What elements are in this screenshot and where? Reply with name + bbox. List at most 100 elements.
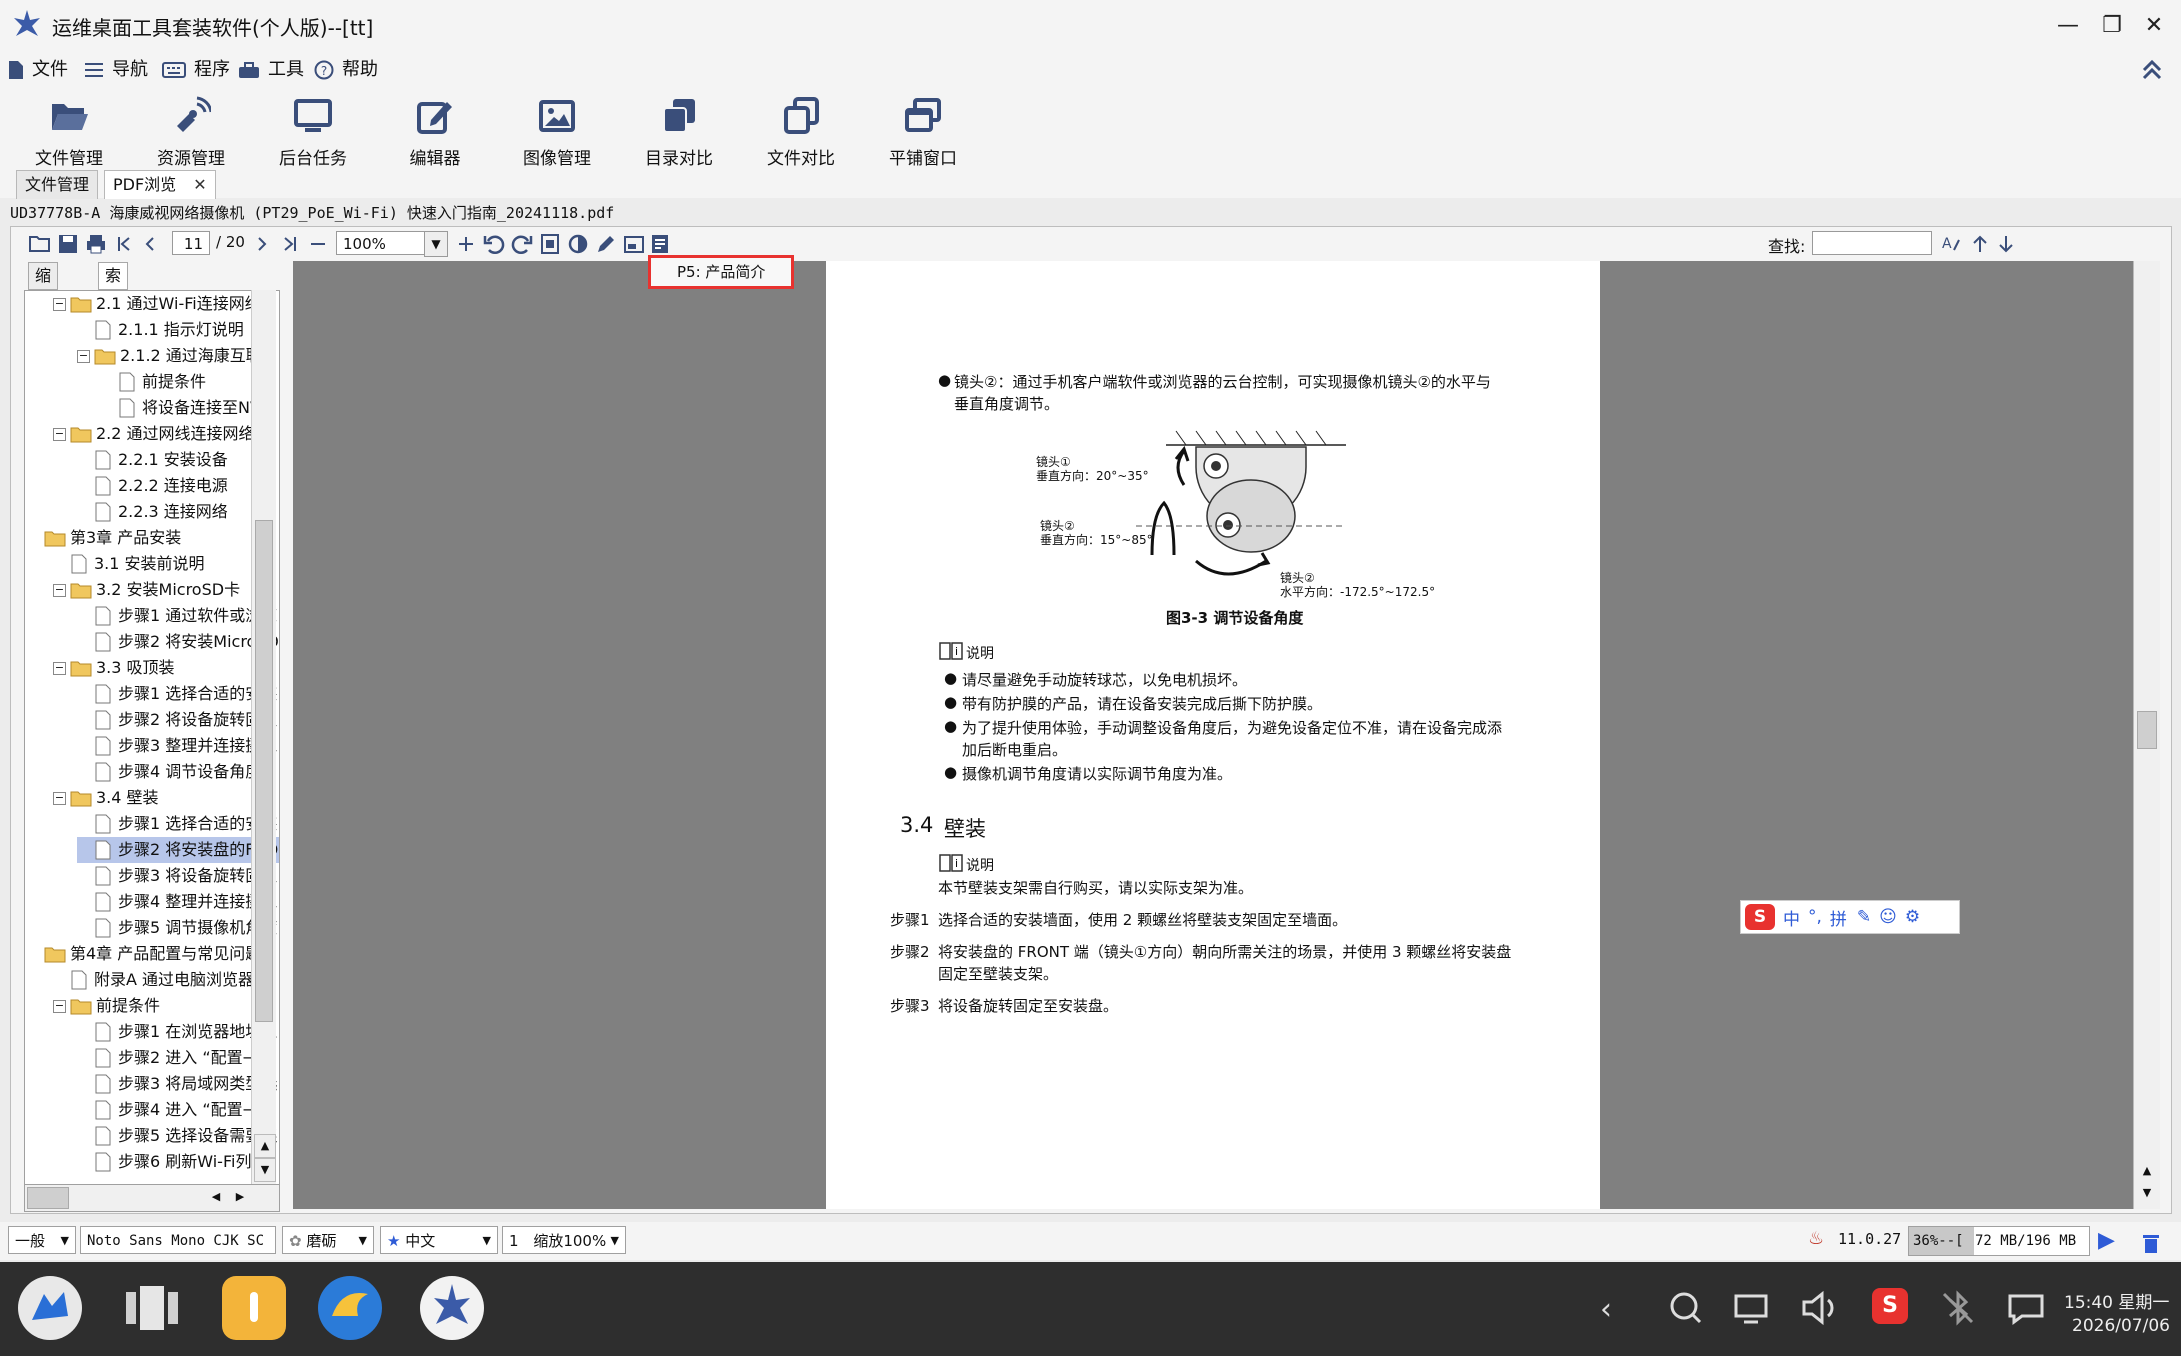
trash-icon[interactable] bbox=[2140, 1230, 2162, 1254]
restore-button[interactable]: ❐ bbox=[2092, 10, 2132, 42]
first-page-icon[interactable] bbox=[112, 232, 136, 256]
zoom-out-icon[interactable] bbox=[306, 232, 330, 256]
ime-pinyin[interactable]: 拼 bbox=[1830, 905, 1847, 930]
ime-punctuation[interactable]: °, bbox=[1808, 907, 1822, 927]
tree-item[interactable]: 步骤2 将安装盘的FRO bbox=[77, 837, 279, 863]
sogou-tray-icon[interactable]: S bbox=[1872, 1288, 1908, 1324]
tree-item[interactable]: − 3.3 吸顶装 bbox=[53, 655, 279, 681]
language-select[interactable]: ★ 中文 ▼ bbox=[380, 1226, 498, 1254]
tree-item[interactable]: 步骤4 整理并连接摄像 bbox=[77, 889, 279, 915]
theme-select[interactable]: ✿ 磨砺 ▼ bbox=[282, 1226, 374, 1254]
tree-item[interactable]: 步骤4 调节设备角度。 bbox=[77, 759, 279, 785]
editor-button[interactable]: 编辑器 bbox=[380, 92, 490, 169]
notification-icon[interactable] bbox=[2004, 1286, 2048, 1330]
last-page-icon[interactable] bbox=[278, 232, 302, 256]
menu-help[interactable]: ? 帮助 bbox=[314, 56, 378, 84]
play-icon[interactable]: ▶ bbox=[2098, 1228, 2115, 1253]
directory-compare-button[interactable]: 目录对比 bbox=[624, 92, 734, 169]
tree-item[interactable]: 步骤1 选择合适的安装 bbox=[77, 681, 279, 707]
pdf-vertical-scrollbar[interactable]: ▲ ▼ bbox=[2133, 261, 2160, 1209]
ime-chinese-mode[interactable]: 中 bbox=[1783, 905, 1800, 930]
app-orange-icon[interactable] bbox=[222, 1276, 286, 1340]
match-case-icon[interactable]: A bbox=[1940, 232, 1964, 256]
tree-scroll-right-icon[interactable]: ▶ bbox=[229, 1187, 251, 1207]
menu-navigate[interactable]: 导航 bbox=[84, 56, 148, 84]
tile-window-button[interactable]: 平铺窗口 bbox=[868, 92, 978, 169]
page-number-input[interactable]: 11 bbox=[172, 231, 210, 255]
taskbar-time[interactable]: 15:40 星期一 bbox=[2064, 1288, 2169, 1313]
tree-expander-icon[interactable]: − bbox=[53, 791, 66, 805]
tree-horizontal-scrollbar[interactable]: ◀ ▶ bbox=[24, 1184, 280, 1212]
zoom-status-select[interactable]: 1 缩放100% ▼ bbox=[502, 1226, 626, 1254]
screenshot-icon[interactable] bbox=[622, 232, 646, 256]
screen-cast-icon[interactable] bbox=[1730, 1286, 1774, 1330]
tree-item[interactable]: 3.1 安装前说明 bbox=[53, 551, 279, 577]
search-icon[interactable] bbox=[1664, 1286, 1708, 1330]
menu-tools[interactable]: 工具 bbox=[238, 56, 304, 84]
tree-expander-icon[interactable]: − bbox=[53, 999, 66, 1013]
tree-hscroll-thumb[interactable] bbox=[27, 1187, 69, 1209]
tree-scroll-down-icon[interactable]: ▼ bbox=[254, 1158, 276, 1182]
tab-pdf-viewer[interactable]: PDF浏览 ✕ bbox=[104, 170, 216, 199]
ime-settings-icon[interactable]: ⚙ bbox=[1905, 907, 1920, 927]
tree-item[interactable]: 第4章 产品配置与常见问题 bbox=[29, 941, 279, 967]
tree-item[interactable]: 步骤2 进入 “配置→网 bbox=[77, 1045, 279, 1071]
zoom-select[interactable]: 100% bbox=[336, 231, 426, 255]
zoom-dropdown-icon[interactable]: ▼ bbox=[424, 231, 448, 257]
tree-item[interactable]: 步骤1 选择合适的安装 bbox=[77, 811, 279, 837]
tree-expander-icon[interactable]: − bbox=[53, 661, 66, 675]
tree-item[interactable]: − 3.4 壁装 bbox=[53, 785, 279, 811]
tree-item[interactable]: 步骤1 在浏览器地址栏 bbox=[77, 1019, 279, 1045]
bookmark-list-icon[interactable] bbox=[648, 232, 672, 256]
file-manager-button[interactable]: 文件管理 bbox=[14, 92, 124, 169]
next-page-icon[interactable] bbox=[250, 232, 274, 256]
tree-scroll-left-icon[interactable]: ◀ bbox=[205, 1187, 227, 1207]
file-compare-button[interactable]: 文件对比 bbox=[746, 92, 856, 169]
tree-item[interactable]: 步骤3 整理并连接摄像 bbox=[77, 733, 279, 759]
tree-item[interactable]: 步骤3 将局域网类型选 bbox=[77, 1071, 279, 1097]
tree-expander-icon[interactable]: − bbox=[53, 297, 66, 311]
tree-item[interactable]: 步骤5 选择设备需要连 bbox=[77, 1123, 279, 1149]
menu-program[interactable]: 程序 bbox=[162, 56, 230, 84]
chevron-left-icon[interactable]: ‹ bbox=[1600, 1292, 1612, 1327]
tree-item[interactable]: 步骤5 调节摄像机角度 bbox=[77, 915, 279, 941]
rotate-right-icon[interactable] bbox=[510, 232, 534, 256]
tree-expander-icon[interactable]: − bbox=[53, 427, 66, 441]
search-previous-icon[interactable] bbox=[1968, 232, 1992, 256]
bluetooth-off-icon[interactable] bbox=[1936, 1286, 1980, 1330]
tree-item[interactable]: − 前提条件 bbox=[53, 993, 279, 1019]
background-task-button[interactable]: 后台任务 bbox=[258, 92, 368, 169]
collapse-ribbon-icon[interactable] bbox=[2140, 58, 2164, 80]
tab-index[interactable]: 索引 bbox=[98, 262, 129, 311]
tree-expander-icon[interactable]: − bbox=[77, 349, 90, 363]
memory-bar[interactable]: 36%--[ 72 MB/196 MB ] bbox=[1908, 1226, 2090, 1256]
font-select[interactable]: Noto Sans Mono CJK SC▼ bbox=[80, 1226, 276, 1275]
print-icon[interactable] bbox=[84, 232, 108, 256]
tab-close-icon[interactable]: ✕ bbox=[193, 175, 206, 194]
tree-vertical-scrollbar[interactable]: ▲ ▼ bbox=[251, 290, 276, 1186]
tree-item[interactable]: 2.2.2 连接电源 bbox=[77, 473, 279, 499]
open-folder-icon[interactable] bbox=[28, 232, 52, 256]
taskbar-date[interactable]: 2026/07/06 bbox=[2072, 1316, 2170, 1336]
browser-icon[interactable] bbox=[318, 1276, 382, 1340]
tree-expander-icon[interactable]: − bbox=[53, 583, 66, 597]
fit-page-icon[interactable] bbox=[538, 232, 562, 256]
tree-scroll-thumb[interactable] bbox=[255, 520, 273, 1022]
tree-item[interactable]: − 2.1.2 通过海康互联 bbox=[77, 343, 279, 369]
multitask-icon[interactable] bbox=[120, 1276, 184, 1340]
tree-item[interactable]: 2.2.1 安装设备 bbox=[77, 447, 279, 473]
ops-tool-icon[interactable] bbox=[420, 1276, 484, 1340]
tree-item[interactable]: 步骤6 刷新Wi-Fi列表 bbox=[77, 1149, 279, 1175]
search-next-icon[interactable] bbox=[1994, 232, 2018, 256]
brightness-icon[interactable] bbox=[566, 232, 590, 256]
tree-item[interactable]: 步骤2 将设备旋转固定 bbox=[77, 707, 279, 733]
image-manager-button[interactable]: 图像管理 bbox=[502, 92, 612, 169]
ime-skin-icon[interactable]: ☺ bbox=[1879, 907, 1897, 927]
tree-item[interactable]: 步骤2 将安装MicroSD bbox=[77, 629, 279, 655]
ime-toolbar[interactable]: S 中 °, 拼 ✎ ☺ ⚙ bbox=[1740, 900, 1960, 934]
mode-select[interactable]: 一般 ▼ bbox=[8, 1226, 76, 1254]
tree-item[interactable]: 2.1.1 指示灯说明 bbox=[77, 317, 279, 343]
rotate-left-icon[interactable] bbox=[482, 232, 506, 256]
tree-item[interactable]: 步骤4 进入 “配置→网 bbox=[77, 1097, 279, 1123]
tree-item[interactable]: 第3章 产品安装 bbox=[29, 525, 279, 551]
